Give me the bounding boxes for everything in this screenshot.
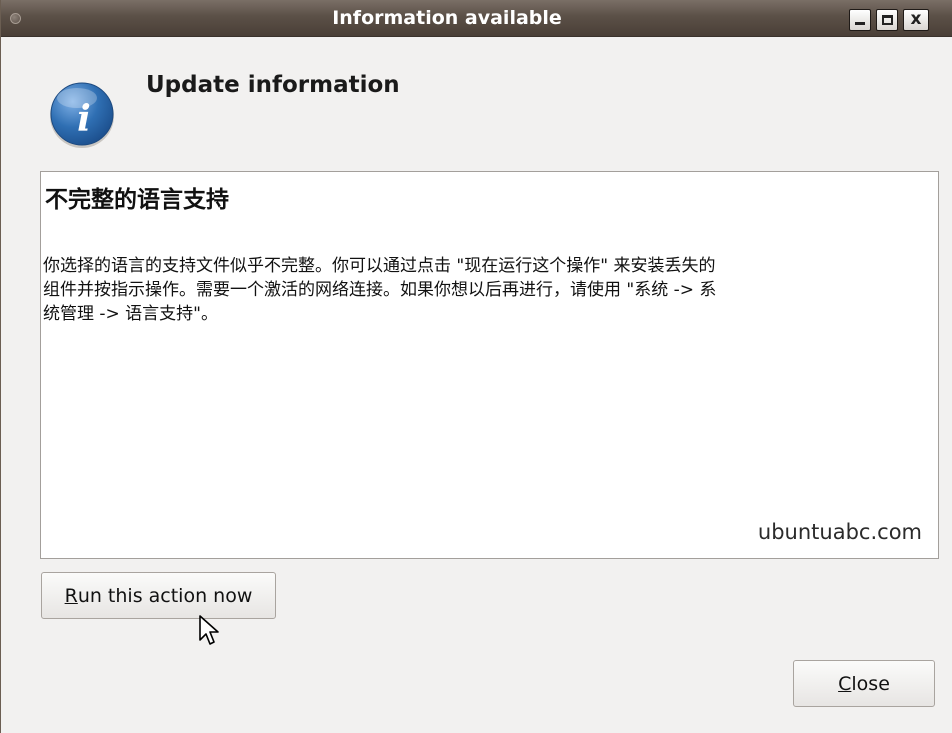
message-line: 你选择的语言的支持文件似乎不完整。你可以通过点击 "现在运行这个操作" 来安装丢… bbox=[43, 256, 716, 276]
close-icon: x bbox=[910, 9, 922, 29]
svg-text:i: i bbox=[77, 98, 91, 140]
close-button[interactable]: Close bbox=[793, 660, 935, 707]
message-body: 你选择的语言的支持文件似乎不完整。你可以通过点击 "现在运行这个操作" 来安装丢… bbox=[41, 254, 940, 326]
info-icon: i bbox=[50, 82, 114, 148]
run-label: un this action now bbox=[77, 584, 253, 607]
run-mnemonic: R bbox=[64, 584, 78, 607]
dialog-window: Information available x i Update informa… bbox=[0, 0, 952, 733]
title-bar[interactable]: Information available x bbox=[1, 0, 952, 37]
maximize-button[interactable] bbox=[876, 9, 898, 31]
message-line: 统管理 -> 语言支持"。 bbox=[43, 304, 219, 324]
minimize-icon bbox=[855, 22, 865, 25]
mouse-pointer-icon bbox=[199, 615, 219, 645]
close-label: lose bbox=[851, 672, 890, 695]
dialog-heading: Update information bbox=[146, 72, 400, 98]
window-close-button[interactable]: x bbox=[903, 9, 929, 31]
message-title: 不完整的语言支持 bbox=[45, 187, 229, 213]
close-mnemonic: C bbox=[838, 672, 852, 695]
minimize-button[interactable] bbox=[849, 9, 871, 31]
window-title: Information available bbox=[332, 7, 562, 29]
message-line: 组件并按指示操作。需要一个激活的网络连接。如果你想以后再进行，请使用 "系统 -… bbox=[43, 280, 717, 300]
maximize-icon bbox=[882, 15, 893, 25]
run-action-button[interactable]: Run this action now bbox=[41, 572, 276, 619]
message-textview[interactable]: 不完整的语言支持 你选择的语言的支持文件似乎不完整。你可以通过点击 "现在运行这… bbox=[40, 171, 939, 559]
watermark-text: ubuntuabc.com bbox=[757, 520, 922, 544]
